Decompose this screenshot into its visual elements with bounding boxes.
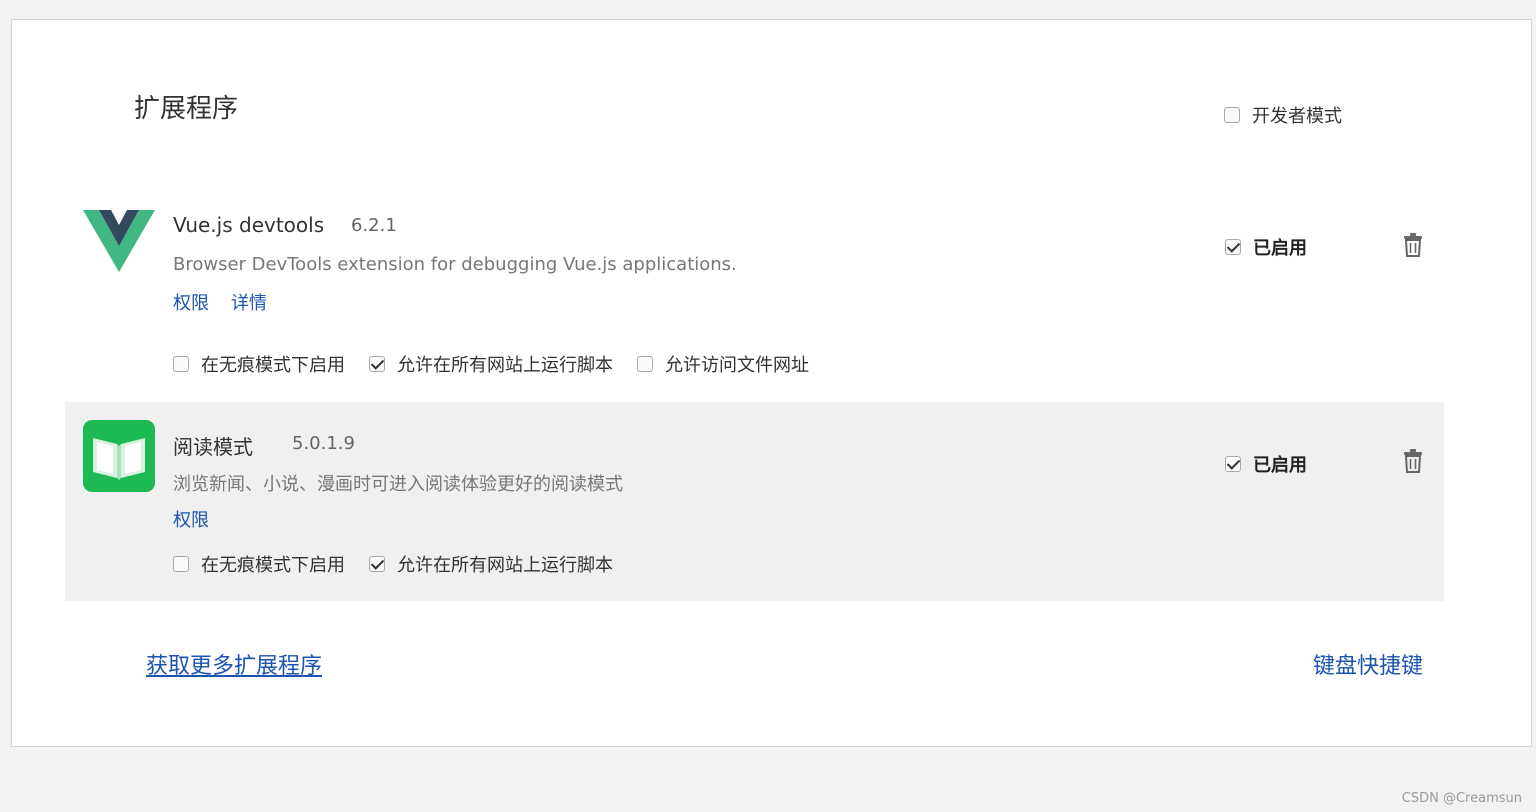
extension-name: Vue.js devtools bbox=[173, 213, 325, 237]
option-checkbox[interactable] bbox=[369, 556, 385, 572]
extension-description: Browser DevTools extension for debugging… bbox=[173, 254, 737, 275]
enabled-label: 已启用 bbox=[1253, 455, 1307, 476]
option-label: 允许访问文件网址 bbox=[665, 355, 809, 376]
option-label: 在无痕模式下启用 bbox=[201, 555, 345, 576]
extension-links: 权限 bbox=[173, 506, 209, 532]
option-incognito[interactable]: 在无痕模式下启用 bbox=[173, 351, 345, 377]
extension-item-reader-mode: 阅读模式 5.0.1.9 浏览新闻、小说、漫画时可进入阅读体验更好的阅读模式 权… bbox=[65, 402, 1444, 601]
extensions-panel: 扩展程序 开发者模式 Vue.js devtools 6.2.1 Browser… bbox=[11, 19, 1532, 747]
vue-logo-icon bbox=[83, 210, 155, 272]
option-all-sites[interactable]: 允许在所有网站上运行脚本 bbox=[369, 551, 613, 577]
option-checkbox[interactable] bbox=[173, 356, 189, 372]
option-file-urls[interactable]: 允许访问文件网址 bbox=[637, 351, 809, 377]
trash-icon[interactable] bbox=[1403, 449, 1423, 473]
enabled-label: 已启用 bbox=[1253, 238, 1307, 259]
book-icon bbox=[83, 420, 155, 492]
extension-options: 在无痕模式下启用 允许在所有网站上运行脚本 允许访问文件网址 bbox=[173, 351, 833, 377]
keyboard-shortcuts-link[interactable]: 键盘快捷键 bbox=[1313, 648, 1423, 680]
extension-description: 浏览新闻、小说、漫画时可进入阅读体验更好的阅读模式 bbox=[173, 474, 623, 495]
page-title: 扩展程序 bbox=[134, 94, 239, 124]
extension-links: 权限 详情 bbox=[173, 289, 267, 315]
extension-item-vue-devtools: Vue.js devtools 6.2.1 Browser DevTools e… bbox=[65, 188, 1444, 398]
extension-version: 5.0.1.9 bbox=[292, 433, 355, 454]
enabled-toggle[interactable]: 已启用 bbox=[1225, 451, 1307, 477]
permissions-link[interactable]: 权限 bbox=[173, 289, 209, 315]
enabled-toggle[interactable]: 已启用 bbox=[1225, 234, 1307, 260]
extension-options: 在无痕模式下启用 允许在所有网站上运行脚本 bbox=[173, 551, 637, 577]
option-incognito[interactable]: 在无痕模式下启用 bbox=[173, 551, 345, 577]
trash-icon[interactable] bbox=[1403, 233, 1423, 257]
get-more-extensions-link[interactable]: 获取更多扩展程序 bbox=[146, 648, 322, 680]
enabled-checkbox[interactable] bbox=[1225, 239, 1241, 255]
watermark: CSDN @Creamsun bbox=[1401, 791, 1522, 806]
developer-mode-checkbox[interactable] bbox=[1224, 107, 1240, 123]
extension-name: 阅读模式 bbox=[173, 435, 253, 459]
permissions-link[interactable]: 权限 bbox=[173, 506, 209, 532]
details-link[interactable]: 详情 bbox=[231, 289, 267, 315]
option-checkbox[interactable] bbox=[173, 556, 189, 572]
option-all-sites[interactable]: 允许在所有网站上运行脚本 bbox=[369, 351, 613, 377]
developer-mode-label: 开发者模式 bbox=[1252, 106, 1342, 127]
option-label: 允许在所有网站上运行脚本 bbox=[397, 555, 613, 576]
extension-version: 6.2.1 bbox=[351, 215, 397, 236]
option-label: 在无痕模式下启用 bbox=[201, 355, 345, 376]
option-checkbox[interactable] bbox=[369, 356, 385, 372]
enabled-checkbox[interactable] bbox=[1225, 456, 1241, 472]
option-checkbox[interactable] bbox=[637, 356, 653, 372]
developer-mode-toggle[interactable]: 开发者模式 bbox=[1224, 102, 1342, 128]
option-label: 允许在所有网站上运行脚本 bbox=[397, 355, 613, 376]
